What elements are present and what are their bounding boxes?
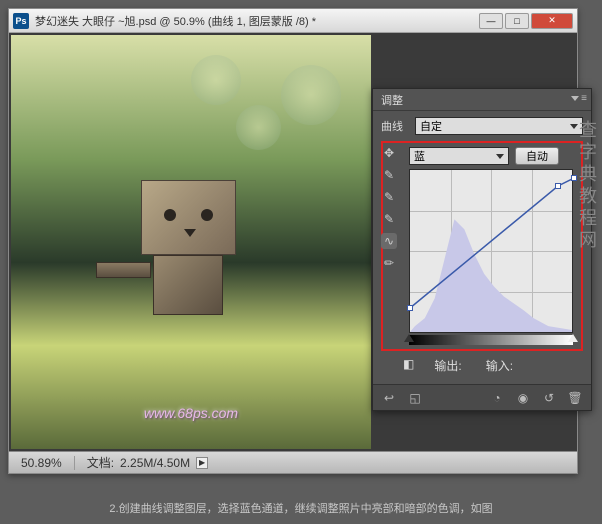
panel-menu-icon[interactable]: ≡	[571, 93, 587, 104]
curve-handle[interactable]	[555, 183, 561, 189]
bokeh-decoration	[236, 105, 281, 150]
site-watermark: 查字典教程网	[574, 120, 600, 252]
panel-footer: ↩ ◱ ◔ ◉ ↺ 🗑	[373, 384, 591, 410]
auto-button[interactable]: 自动	[515, 147, 559, 165]
close-button[interactable]: ✕	[531, 13, 573, 29]
panel-body: 曲线 自定 ✥ ✎ ✎ ✎ ∿ ✏ 蓝 自动	[373, 111, 591, 384]
document-canvas[interactable]: www.68ps.com	[11, 35, 371, 449]
output-label: 输出:	[434, 359, 461, 373]
curve-line	[410, 170, 574, 334]
window-title: 梦幻迷失 大眼仔 ~旭.psd @ 50.9% (曲线 1, 图层蒙版 /8) …	[35, 13, 479, 29]
statusbar-menu-arrow[interactable]: ▶	[196, 457, 208, 469]
watermark-text: www.68ps.com	[144, 405, 238, 421]
bokeh-decoration	[191, 55, 241, 105]
eyedropper-gray-icon[interactable]: ✎	[381, 189, 397, 205]
curve-editor: 蓝 自动	[409, 147, 577, 345]
input-label: 输入:	[486, 359, 513, 373]
doc-label: 文档:	[87, 454, 114, 471]
curve-pencil-tool-icon[interactable]: ✏	[381, 255, 397, 271]
titlebar: Ps 梦幻迷失 大眼仔 ~旭.psd @ 50.9% (曲线 1, 图层蒙版 /…	[9, 9, 577, 33]
panel-tab[interactable]: 调整 ≡	[373, 89, 591, 111]
curve-handle[interactable]	[407, 305, 413, 311]
maximize-button[interactable]: □	[505, 13, 529, 29]
statusbar: 50.89% 文档: 2.25M/4.50M ▶	[9, 451, 577, 473]
highlight-box: 蓝 自动	[381, 141, 583, 351]
curve-point-tool-icon[interactable]: ∿	[381, 233, 397, 249]
target-adjust-icon[interactable]: ✥	[381, 145, 397, 161]
trash-icon[interactable]: 🗑	[567, 390, 583, 406]
minimize-button[interactable]: —	[479, 13, 503, 29]
visibility-icon[interactable]: ◉	[515, 390, 531, 406]
doc-size: 2.25M/4.50M	[120, 456, 190, 470]
photoshop-icon: Ps	[13, 13, 29, 29]
document-info: 文档: 2.25M/4.50M ▶	[75, 454, 220, 471]
eyedropper-white-icon[interactable]: ✎	[381, 211, 397, 227]
panel-tab-label: 调整	[381, 92, 403, 108]
clip-icon[interactable]: ◔	[489, 390, 505, 406]
input-gradient-slider[interactable]	[409, 335, 573, 345]
preset-dropdown[interactable]: 自定	[415, 117, 583, 135]
tutorial-caption: 2.创建曲线调整图层，选择蓝色通道，继续调整照片中亮部和暗部的色调，如图	[0, 500, 602, 516]
output-input-row: ◧ 输出: 输入:	[403, 357, 583, 374]
subject-figure	[141, 180, 236, 315]
levels-icon[interactable]: ◧	[403, 357, 414, 374]
channel-row: 蓝 自动	[409, 147, 577, 165]
type-label: 曲线	[381, 118, 409, 134]
expand-icon[interactable]: ◱	[407, 390, 423, 406]
eyedropper-black-icon[interactable]: ✎	[381, 167, 397, 183]
return-icon[interactable]: ↩	[381, 390, 397, 406]
channel-dropdown[interactable]: 蓝	[409, 147, 509, 165]
adjustments-panel: 调整 ≡ 曲线 自定 ✥ ✎ ✎ ✎ ∿ ✏ 蓝 自动	[372, 88, 592, 411]
window-controls: — □ ✕	[479, 13, 573, 29]
reset-icon[interactable]: ↺	[541, 390, 557, 406]
curve-tools: ✥ ✎ ✎ ✎ ∿ ✏	[381, 145, 397, 271]
zoom-level[interactable]: 50.89%	[9, 456, 75, 470]
white-point-handle[interactable]	[568, 334, 578, 342]
curve-graph[interactable]	[409, 169, 573, 333]
adjustment-type-row: 曲线 自定	[381, 117, 583, 135]
bokeh-decoration	[281, 65, 341, 125]
black-point-handle[interactable]	[404, 334, 414, 342]
